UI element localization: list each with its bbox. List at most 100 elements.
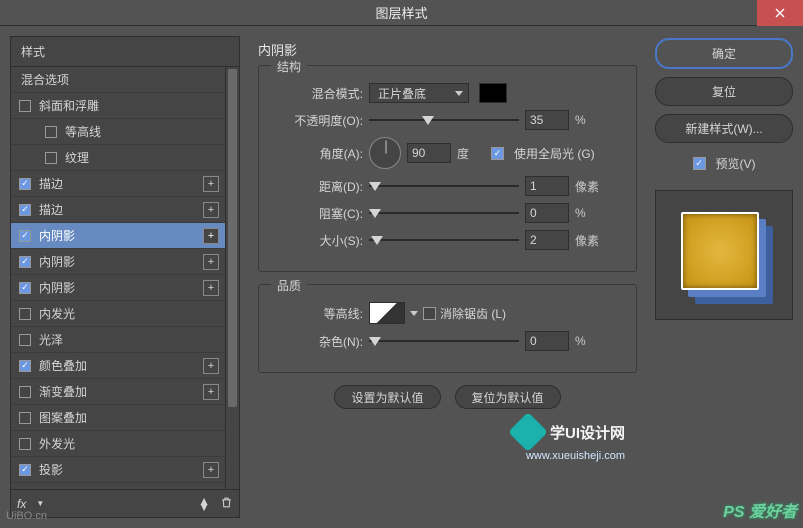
style-checkbox[interactable] — [19, 282, 31, 294]
style-checkbox[interactable] — [19, 412, 31, 424]
style-row-8[interactable]: 内阴影+ — [11, 275, 225, 301]
style-label: 外发光 — [39, 435, 75, 452]
noise-label: 杂色(N): — [273, 333, 363, 350]
add-effect-button[interactable]: + — [203, 228, 219, 244]
angle-input[interactable]: 90 — [407, 143, 451, 163]
style-label: 内阴影 — [39, 227, 75, 244]
corner-watermark-2: UiBO.cn — [6, 510, 47, 522]
quality-group: 品质 等高线: 消除锯齿 (L) 杂色(N): 0 % — [258, 284, 637, 373]
style-checkbox[interactable] — [19, 100, 31, 112]
close-icon — [775, 8, 785, 18]
watermark-url: www.xueuisheji.com — [526, 450, 625, 462]
scroll-thumb[interactable] — [228, 69, 237, 407]
style-row-9[interactable]: 内发光 — [11, 301, 225, 327]
choke-unit: % — [575, 206, 603, 220]
styles-scrollbar[interactable] — [225, 67, 239, 489]
style-checkbox[interactable] — [19, 464, 31, 476]
add-effect-button[interactable]: + — [203, 202, 219, 218]
contour-label: 等高线: — [273, 305, 363, 322]
fx-menu[interactable]: fx — [17, 497, 26, 511]
noise-input[interactable]: 0 — [525, 331, 569, 351]
style-checkbox[interactable] — [19, 438, 31, 450]
size-input[interactable]: 2 — [525, 230, 569, 250]
style-label: 颜色叠加 — [39, 357, 87, 374]
style-row-1[interactable]: 斜面和浮雕 — [11, 93, 225, 119]
global-light-checkbox[interactable] — [491, 147, 504, 160]
section-title: 内阴影 — [258, 40, 637, 59]
opacity-slider[interactable] — [369, 113, 519, 127]
style-row-3[interactable]: 纹理 — [11, 145, 225, 171]
noise-unit: % — [575, 334, 603, 348]
style-checkbox[interactable] — [19, 386, 31, 398]
style-checkbox[interactable] — [19, 360, 31, 372]
add-effect-button[interactable]: + — [203, 462, 219, 478]
noise-slider[interactable] — [369, 334, 519, 348]
style-row-15[interactable]: 投影+ — [11, 457, 225, 483]
structure-label: 结构 — [271, 58, 307, 75]
opacity-unit: % — [575, 113, 603, 127]
blend-mode-label: 混合模式: — [273, 85, 363, 102]
add-effect-button[interactable]: + — [203, 280, 219, 296]
shadow-color-swatch[interactable] — [479, 83, 507, 103]
style-checkbox[interactable] — [45, 152, 57, 164]
reorder-icon[interactable]: ▲▼ — [198, 498, 210, 510]
reset-default-button[interactable]: 复位为默认值 — [455, 385, 561, 409]
blend-mode-value: 正片叠底 — [378, 85, 426, 102]
angle-label: 角度(A): — [273, 145, 363, 162]
preview-checkbox[interactable] — [693, 157, 706, 170]
style-label: 混合选项 — [21, 71, 69, 88]
style-row-6[interactable]: 内阴影 + — [11, 223, 225, 249]
style-row-5[interactable]: 描边+ — [11, 197, 225, 223]
add-effect-button[interactable]: + — [203, 384, 219, 400]
add-effect-button[interactable]: + — [203, 358, 219, 374]
distance-label: 距离(D): — [273, 178, 363, 195]
style-row-14[interactable]: 外发光 — [11, 431, 225, 457]
style-label: 图案叠加 — [39, 409, 87, 426]
close-button[interactable] — [757, 0, 803, 26]
style-label: 内发光 — [39, 305, 75, 322]
choke-input[interactable]: 0 — [525, 203, 569, 223]
blend-mode-select[interactable]: 正片叠底 — [369, 83, 469, 103]
add-effect-button[interactable]: + — [203, 176, 219, 192]
style-row-12[interactable]: 渐变叠加+ — [11, 379, 225, 405]
ok-button[interactable]: 确定 — [655, 38, 793, 69]
style-checkbox[interactable] — [19, 334, 31, 346]
window-title: 图层样式 — [375, 3, 427, 22]
preview-label: 预览(V) — [716, 155, 756, 172]
add-effect-button[interactable]: + — [203, 254, 219, 270]
watermark-logo-icon — [508, 412, 548, 452]
style-checkbox[interactable] — [45, 126, 57, 138]
style-row-4[interactable]: 描边 + — [11, 171, 225, 197]
style-checkbox[interactable] — [19, 230, 31, 242]
style-row-13[interactable]: 图案叠加 — [11, 405, 225, 431]
style-row-7[interactable]: 内阴影+ — [11, 249, 225, 275]
style-label: 纹理 — [65, 149, 89, 166]
style-checkbox[interactable] — [19, 204, 31, 216]
antialias-checkbox[interactable] — [423, 307, 436, 320]
style-row-11[interactable]: 颜色叠加 + — [11, 353, 225, 379]
new-style-button[interactable]: 新建样式(W)... — [655, 114, 793, 143]
contour-picker[interactable] — [369, 302, 405, 324]
opacity-input[interactable]: 35 — [525, 110, 569, 130]
style-row-10[interactable]: 光泽 — [11, 327, 225, 353]
choke-slider[interactable] — [369, 206, 519, 220]
style-label: 描边 — [39, 175, 63, 192]
style-row-2[interactable]: 等高线 — [11, 119, 225, 145]
global-light-label: 使用全局光 (G) — [514, 145, 595, 162]
choke-label: 阻塞(C): — [273, 205, 363, 222]
distance-slider[interactable] — [369, 179, 519, 193]
actions-panel: 确定 复位 新建样式(W)... 预览(V) — [655, 36, 793, 518]
style-checkbox[interactable] — [19, 178, 31, 190]
style-row-0[interactable]: 混合选项 — [11, 67, 225, 93]
styles-list: 混合选项斜面和浮雕等高线纹理描边+描边+内阴影+内阴影+内阴影+内发光光泽颜色叠… — [10, 66, 240, 490]
size-slider[interactable] — [369, 233, 519, 247]
trash-icon[interactable] — [220, 496, 233, 512]
style-checkbox[interactable] — [19, 308, 31, 320]
angle-dial[interactable] — [369, 137, 401, 169]
fx-chevron-icon: ▼ — [36, 499, 44, 508]
opacity-label: 不透明度(O): — [273, 112, 363, 129]
style-checkbox[interactable] — [19, 256, 31, 268]
distance-input[interactable]: 1 — [525, 176, 569, 196]
cancel-button[interactable]: 复位 — [655, 77, 793, 106]
make-default-button[interactable]: 设置为默认值 — [334, 385, 440, 409]
